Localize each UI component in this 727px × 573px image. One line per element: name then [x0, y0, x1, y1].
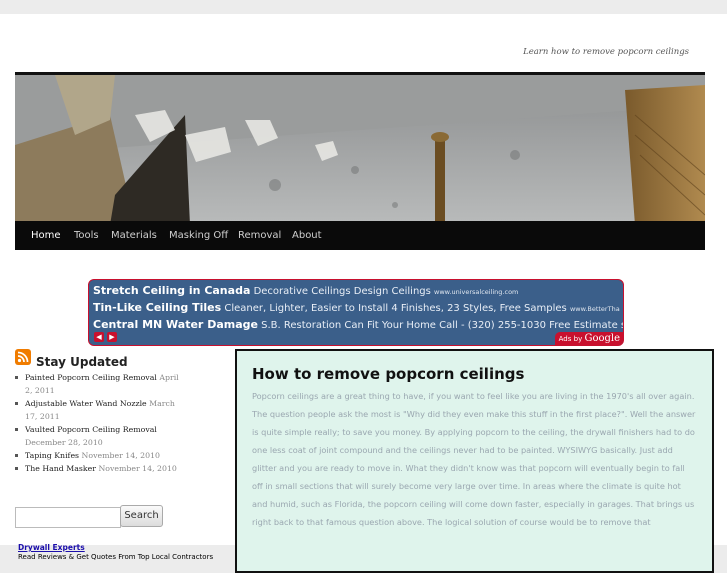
post-link[interactable]: The Hand Masker	[25, 464, 96, 473]
ads-by-google-badge[interactable]: Ads by Google	[554, 332, 623, 345]
article: How to remove popcorn ceilings Popcorn c…	[235, 349, 714, 573]
post-link[interactable]: Taping Knifes	[25, 451, 79, 460]
post-link[interactable]: Painted Popcorn Ceiling Removal	[25, 373, 157, 382]
main-nav: Home Tools Materials Masking Off Removal…	[15, 221, 705, 250]
ad-url[interactable]: www.BetterTha	[570, 305, 620, 313]
nav-item-removal[interactable]: Removal	[238, 230, 281, 241]
post-date: December 28, 2010	[25, 438, 103, 447]
ad-title[interactable]: Tin-Like Ceiling Tiles	[93, 301, 221, 314]
post-date: November 14, 2010	[98, 464, 177, 473]
ad-text: S.B. Restoration Can Fit Your Home Call …	[261, 320, 624, 331]
header-image	[15, 72, 705, 225]
chevron-left-icon[interactable]: ◀	[94, 332, 104, 342]
sponsor-text: Read Reviews & Get Quotes From Top Local…	[18, 553, 214, 561]
ads-by-prefix: Ads by	[558, 335, 583, 343]
nav-item-materials[interactable]: Materials	[111, 230, 157, 241]
post-date: November 14, 2010	[81, 451, 161, 460]
search-button[interactable]: Search	[120, 505, 163, 527]
google-logo: Google	[584, 333, 620, 344]
ad-unit: Stretch Ceiling in Canada Decorative Cei…	[88, 279, 624, 346]
ad-text: Cleaner, Lighter, Easier to Install 4 Fi…	[224, 303, 567, 314]
search-input[interactable]	[15, 507, 121, 528]
list-item: Painted Popcorn Ceiling Removal April 2,…	[15, 371, 185, 397]
post-link[interactable]: Adjustable Water Wand Nozzle	[25, 399, 147, 408]
list-item: The Hand Masker November 14, 2010	[15, 462, 185, 475]
ad-text: Decorative Ceilings Design Ceilings	[253, 286, 431, 297]
nav-item-masking-off[interactable]: Masking Off	[169, 230, 228, 241]
list-item: Vaulted Popcorn Ceiling Removal December…	[15, 423, 185, 449]
ad-item: Stretch Ceiling in Canada Decorative Cei…	[93, 284, 518, 297]
ad-title[interactable]: Stretch Ceiling in Canada	[93, 284, 250, 297]
ad-item: Tin-Like Ceiling Tiles Cleaner, Lighter,…	[93, 301, 620, 314]
nav-item-tools[interactable]: Tools	[74, 230, 99, 241]
list-item: Taping Knifes November 14, 2010	[15, 449, 185, 462]
sponsor-link[interactable]: Drywall Experts	[18, 543, 85, 552]
nav-item-home[interactable]: Home	[31, 230, 61, 241]
chevron-right-icon[interactable]: ▶	[107, 332, 117, 342]
article-title[interactable]: How to remove popcorn ceilings	[252, 365, 524, 383]
ad-item: Central MN Water Damage S.B. Restoration…	[93, 318, 624, 331]
article-body: Popcorn ceilings are a great thing to ha…	[252, 391, 696, 527]
list-item: Adjustable Water Wand Nozzle March 17, 2…	[15, 397, 185, 423]
post-link[interactable]: Vaulted Popcorn Ceiling Removal	[25, 425, 157, 434]
nav-item-about[interactable]: About	[292, 230, 322, 241]
recent-posts-list: Painted Popcorn Ceiling Removal April 2,…	[15, 371, 185, 475]
rss-feed-icon[interactable]	[15, 349, 31, 365]
ad-title[interactable]: Central MN Water Damage	[93, 318, 258, 331]
page: Learn how to remove popcorn ceilings Hom…	[0, 14, 727, 573]
site-tagline: Learn how to remove popcorn ceilings	[523, 47, 689, 57]
ad-url[interactable]: www.universalceiling.com	[434, 288, 518, 296]
widget-title: Stay Updated	[36, 355, 128, 369]
